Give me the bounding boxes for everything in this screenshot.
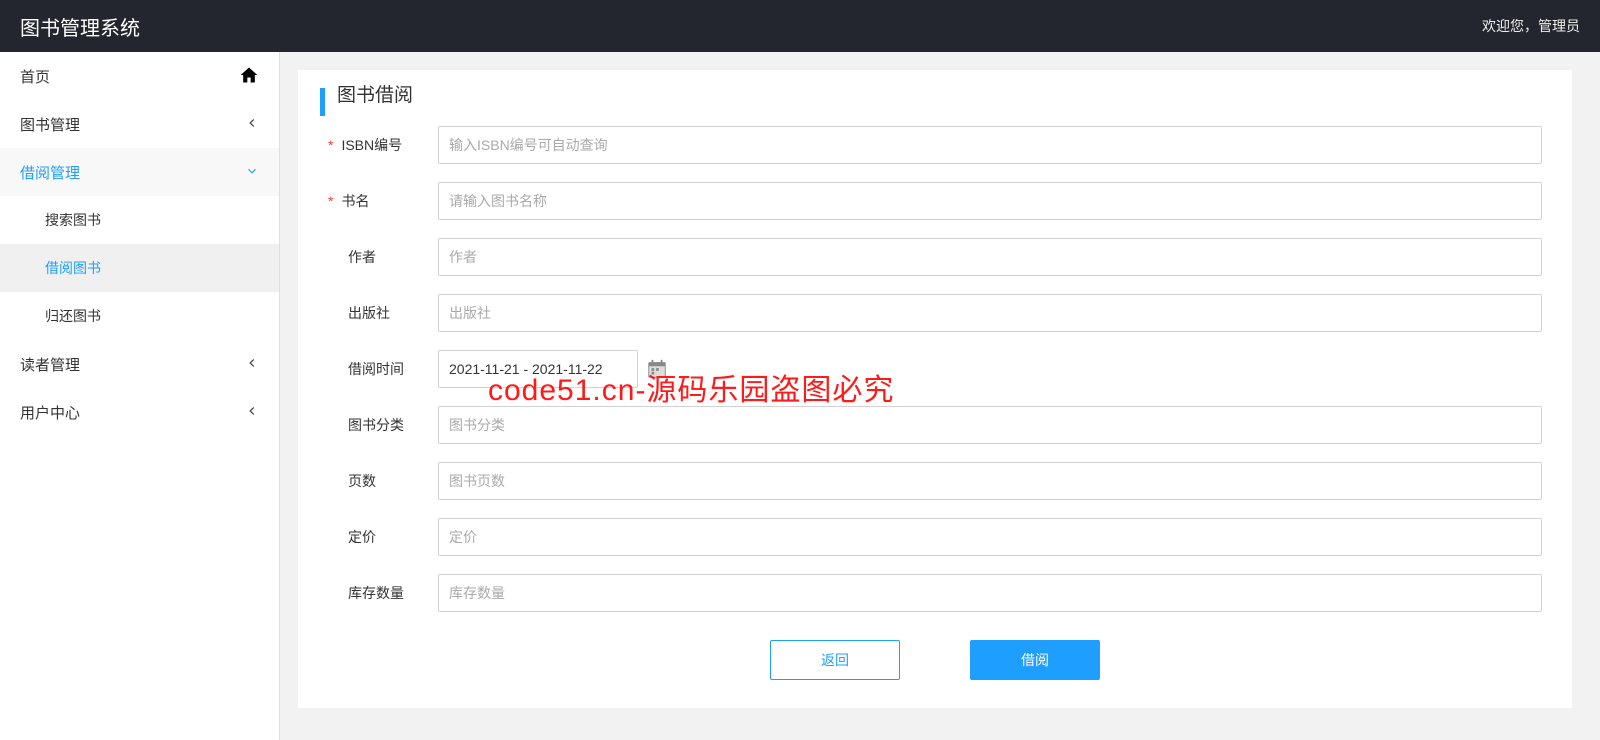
input-publisher[interactable] xyxy=(438,294,1542,332)
label-stock: 库存数量 xyxy=(348,583,404,603)
nav-home[interactable]: 首页 xyxy=(0,52,279,100)
row-author: 作者 xyxy=(320,238,1550,276)
input-borrow-time[interactable] xyxy=(438,350,638,388)
borrow-button[interactable]: 借阅 xyxy=(970,640,1100,680)
required-mark: * xyxy=(328,193,333,209)
label-borrow-time: 借阅时间 xyxy=(348,359,404,379)
label-isbn: ISBN编号 xyxy=(341,135,402,155)
top-bar: 图书管理系统 欢迎您，管理员 xyxy=(0,0,1600,52)
row-pages: 页数 xyxy=(320,462,1550,500)
nav-borrow-manage[interactable]: 借阅管理 xyxy=(0,148,279,196)
nav-sub-label: 归还图书 xyxy=(45,306,101,326)
row-publisher: 出版社 xyxy=(320,294,1550,332)
input-stock[interactable] xyxy=(438,574,1542,612)
nav-sub-label: 搜索图书 xyxy=(45,210,101,230)
row-category: 图书分类 xyxy=(320,406,1550,444)
borrow-form-card: 图书借阅 * ISBN编号 * 书名 xyxy=(298,70,1572,708)
chevron-down-icon xyxy=(245,164,259,181)
label-author: 作者 xyxy=(348,247,376,267)
input-pages[interactable] xyxy=(438,462,1542,500)
input-category[interactable] xyxy=(438,406,1542,444)
nav-label: 读者管理 xyxy=(20,354,80,375)
label-category: 图书分类 xyxy=(348,415,404,435)
chevron-left-icon xyxy=(245,404,259,421)
nav-label: 图书管理 xyxy=(20,114,80,135)
calendar-icon[interactable] xyxy=(646,358,668,380)
page-title: 图书借阅 xyxy=(320,88,1550,116)
chevron-left-icon xyxy=(245,356,259,373)
chevron-left-icon xyxy=(245,116,259,133)
label-publisher: 出版社 xyxy=(348,303,390,323)
nav-sub-label: 借阅图书 xyxy=(45,258,101,278)
label-pages: 页数 xyxy=(348,471,376,491)
nav-user-center[interactable]: 用户中心 xyxy=(0,388,279,436)
nav-book-manage[interactable]: 图书管理 xyxy=(0,100,279,148)
row-price: 定价 xyxy=(320,518,1550,556)
nav-return-book[interactable]: 归还图书 xyxy=(0,292,279,340)
nav-reader-manage[interactable]: 读者管理 xyxy=(0,340,279,388)
input-price[interactable] xyxy=(438,518,1542,556)
row-bookname: * 书名 xyxy=(320,182,1550,220)
button-row: 返回 借阅 xyxy=(320,640,1550,680)
input-bookname[interactable] xyxy=(438,182,1542,220)
home-icon xyxy=(239,65,259,88)
content-area: 图书借阅 * ISBN编号 * 书名 xyxy=(280,52,1600,740)
row-stock: 库存数量 xyxy=(320,574,1550,612)
nav-search-book[interactable]: 搜索图书 xyxy=(0,196,279,244)
row-borrow-time: 借阅时间 xyxy=(320,350,1550,388)
nav-label: 首页 xyxy=(20,66,50,87)
app-title: 图书管理系统 xyxy=(20,12,140,41)
label-price: 定价 xyxy=(348,527,376,547)
back-button[interactable]: 返回 xyxy=(770,640,900,680)
input-author[interactable] xyxy=(438,238,1542,276)
welcome-text: 欢迎您，管理员 xyxy=(1482,16,1580,36)
input-isbn[interactable] xyxy=(438,126,1542,164)
label-bookname: 书名 xyxy=(341,191,369,211)
row-isbn: * ISBN编号 xyxy=(320,126,1550,164)
nav-label: 用户中心 xyxy=(20,402,80,423)
sidebar: 首页 图书管理 借阅管理 搜索图书 借阅图书 归还图书 xyxy=(0,52,280,740)
nav-borrow-book[interactable]: 借阅图书 xyxy=(0,244,279,292)
required-mark: * xyxy=(328,137,333,153)
nav-label: 借阅管理 xyxy=(20,162,80,183)
nav-borrow-sub: 搜索图书 借阅图书 归还图书 xyxy=(0,196,279,340)
